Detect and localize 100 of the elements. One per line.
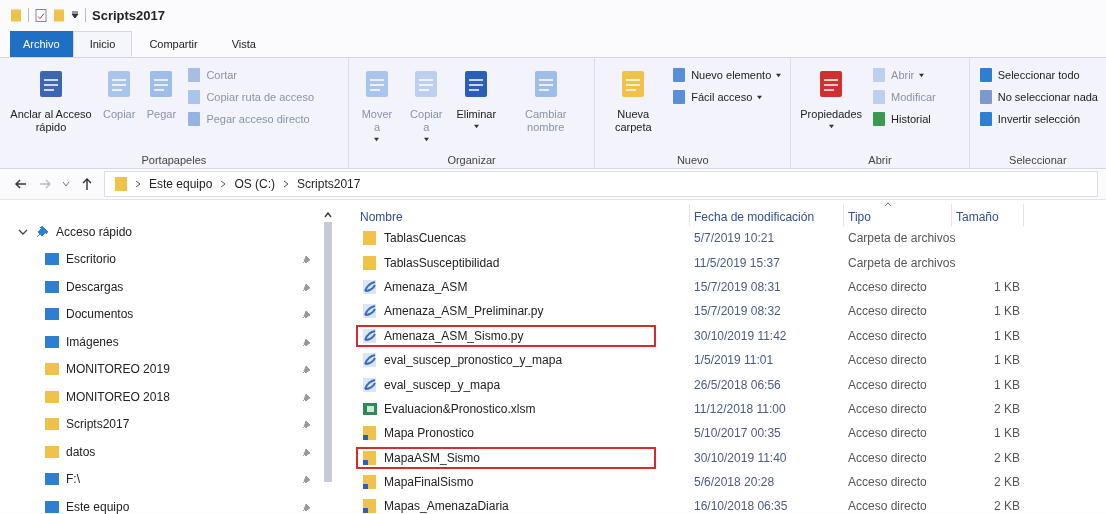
chevron-icon bbox=[283, 180, 290, 188]
caret-icon bbox=[422, 137, 430, 142]
python-shortcut-icon bbox=[362, 376, 378, 393]
map-shortcut-icon bbox=[362, 498, 378, 514]
table-cell-text: 5/6/2018 20:28 bbox=[693, 475, 776, 490]
file-name[interactable]: eval_suscep_pronostico_y_mapa bbox=[384, 353, 563, 368]
sidebar-item[interactable]: F:\ bbox=[66, 472, 296, 487]
ribbon-button[interactable]: Historial bbox=[869, 110, 938, 128]
table-cell: 2 KB bbox=[994, 499, 1020, 514]
table-cell-text: 15/7/2019 08:32 bbox=[693, 304, 782, 319]
sidebar-item[interactable]: MONITOREO 2018 bbox=[66, 389, 296, 404]
workbook-icon bbox=[362, 400, 378, 417]
table-cell-text: Acceso directo bbox=[847, 377, 928, 392]
table-cell-text: Acceso directo bbox=[847, 499, 928, 514]
ribbon-button[interactable]: Anclar al Acceso rápido bbox=[6, 62, 96, 154]
python-shortcut-icon bbox=[362, 303, 378, 320]
back-icon[interactable] bbox=[14, 177, 28, 191]
group-label: Seleccionar bbox=[1008, 154, 1068, 166]
file-name[interactable]: Amenaza_ASM_Preliminar.py bbox=[384, 304, 544, 319]
column-header[interactable]: Nombre bbox=[360, 210, 403, 224]
table-cell-text: Acceso directo bbox=[847, 304, 928, 319]
ribbon-button[interactable]: Eliminar bbox=[453, 62, 500, 154]
group-label: Abrir bbox=[867, 154, 893, 166]
chevron-icon bbox=[220, 180, 227, 188]
sidebar-item[interactable]: Escritorio bbox=[66, 252, 296, 267]
sidebar-item[interactable]: Documentos bbox=[66, 307, 296, 322]
table-cell-text: Acceso directo bbox=[847, 353, 928, 368]
group-label: Organizar bbox=[446, 154, 497, 166]
ribbon-button[interactable]: Invertir selección bbox=[975, 110, 1100, 128]
caret-icon bbox=[827, 124, 835, 129]
breadcrumb[interactable]: Este equipo bbox=[149, 177, 213, 191]
column-header[interactable]: Tamaño bbox=[956, 210, 999, 224]
table-cell: 2 KB bbox=[994, 475, 1020, 490]
ribbon-button[interactable]: Nuevo elemento bbox=[669, 66, 785, 84]
column-header[interactable]: Fecha de modificación bbox=[694, 210, 815, 224]
table-cell: 1 KB bbox=[994, 377, 1020, 392]
column-header[interactable]: Tipo bbox=[848, 210, 871, 224]
table-cell-text: 26/5/2018 06:56 bbox=[693, 377, 782, 392]
map-shortcut-icon bbox=[362, 425, 378, 442]
caret-icon bbox=[756, 94, 764, 100]
ribbon-button[interactable]: Propiedades bbox=[797, 62, 866, 154]
ribbon-tab[interactable]: Compartir bbox=[132, 31, 215, 57]
table-cell-text: 1/5/2019 11:01 bbox=[693, 353, 775, 368]
sidebar-item[interactable]: Acceso rápido bbox=[56, 224, 322, 239]
caret-icon bbox=[918, 72, 926, 78]
ribbon-button[interactable]: Fácil acceso bbox=[669, 88, 785, 106]
file-name[interactable]: eval_suscep_y_mapa bbox=[384, 377, 501, 392]
caret-icon bbox=[472, 124, 480, 129]
table-cell-text: 5/7/2019 10:21 bbox=[693, 231, 776, 246]
sidebar-item[interactable]: Imágenes bbox=[66, 334, 296, 349]
breadcrumb[interactable]: Scripts2017 bbox=[297, 177, 361, 191]
ribbon-tab[interactable]: Archivo bbox=[10, 31, 73, 57]
table-cell-text: Acceso directo bbox=[847, 450, 928, 465]
ribbon-button[interactable]: No seleccionar nada bbox=[975, 88, 1100, 106]
map-shortcut-icon bbox=[362, 449, 378, 466]
table-cell-text: 30/10/2019 11:42 bbox=[693, 328, 788, 343]
caret-icon bbox=[373, 137, 381, 142]
address-field[interactable]: Este equipo OS (C:) Scripts2017 bbox=[104, 171, 1098, 197]
sidebar-item[interactable]: Scripts2017 bbox=[66, 417, 296, 432]
sidebar-item[interactable]: MONITOREO 2019 bbox=[66, 362, 296, 377]
sidebar-item[interactable]: datos bbox=[66, 444, 296, 459]
table-cell-text: 11/5/2019 15:37 bbox=[693, 255, 781, 270]
file-name[interactable]: MapaASM_Sismo bbox=[384, 450, 481, 465]
file-name[interactable]: Mapa Pronostico bbox=[384, 426, 475, 441]
chevron-icon[interactable] bbox=[18, 227, 28, 236]
table-cell: 1 KB bbox=[994, 279, 1020, 294]
caret-icon bbox=[775, 72, 783, 78]
map-shortcut-icon bbox=[362, 474, 378, 491]
sidebar-item[interactable]: Descargas bbox=[66, 279, 296, 294]
table-cell-text: Acceso directo bbox=[847, 475, 928, 490]
table-cell-text: 15/7/2019 08:31 bbox=[693, 279, 782, 294]
chevron-icon bbox=[135, 180, 141, 188]
table-cell: 1 KB bbox=[994, 328, 1020, 343]
forward-icon[interactable] bbox=[38, 177, 52, 191]
ribbon-button[interactable]: Seleccionar todo bbox=[975, 66, 1100, 84]
table-cell-text: 11/12/2018 11:00 bbox=[693, 401, 787, 416]
ribbon-tab[interactable]: Vista bbox=[214, 31, 273, 57]
python-shortcut-icon bbox=[362, 327, 378, 344]
up-icon[interactable] bbox=[80, 177, 94, 191]
breadcrumb[interactable]: OS (C:) bbox=[234, 177, 276, 191]
ribbon-tab[interactable]: Inicio bbox=[72, 31, 133, 57]
ribbon-button[interactable]: Nueva carpeta bbox=[601, 62, 666, 154]
file-name[interactable]: MapaFinalSismo bbox=[384, 475, 474, 490]
scroll-up-icon[interactable] bbox=[324, 212, 332, 218]
scroll-thumb[interactable] bbox=[324, 222, 332, 482]
table-cell: 1 KB bbox=[994, 353, 1020, 368]
file-name[interactable]: TablasSusceptibilidad bbox=[384, 255, 500, 270]
file-name[interactable]: Mapas_AmenazaDiaria bbox=[384, 499, 509, 514]
sidebar-item[interactable]: Este equipo bbox=[66, 499, 296, 514]
file-name[interactable]: Amenaza_ASM bbox=[384, 279, 468, 294]
file-name[interactable]: Amenaza_ASM_Sismo.py bbox=[384, 328, 524, 343]
file-name[interactable]: Evaluacion&Pronostico.xlsm bbox=[384, 401, 536, 416]
table-cell-text: 16/10/2018 06:35 bbox=[693, 499, 789, 514]
window-title: Scripts2017 bbox=[92, 7, 165, 23]
python-shortcut-icon bbox=[362, 278, 378, 295]
table-cell-text: Acceso directo bbox=[847, 401, 928, 416]
table-cell-text: Acceso directo bbox=[847, 426, 928, 441]
file-name[interactable]: TablasCuencas bbox=[384, 231, 467, 246]
caret-icon[interactable] bbox=[71, 11, 79, 19]
python-shortcut-icon bbox=[362, 352, 378, 369]
